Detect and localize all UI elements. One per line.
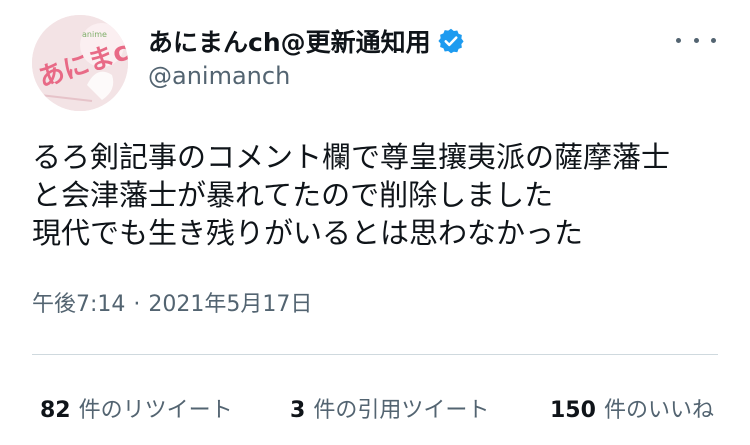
avatar[interactable]: あにまc anime [32, 15, 128, 111]
tweet-line: 現代でも生き残りがいるとは思わなかった [32, 216, 584, 250]
author-name-row[interactable]: あにまんch@更新通知用 [148, 22, 465, 60]
timestamp-separator: · [133, 292, 141, 317]
account-handle[interactable]: @animanch [148, 62, 290, 90]
more-dot [711, 37, 716, 43]
more-dot [676, 37, 681, 43]
engagement-stats: 82 件のリツイート 3 件の引用ツイート 150 件のいいね [40, 392, 730, 424]
retweets-count: 82 [40, 398, 71, 423]
display-name[interactable]: あにまんch@更新通知用 [148, 23, 431, 59]
quotes-count: 3 [290, 398, 306, 423]
likes-count: 150 [550, 398, 596, 423]
quotes-stat[interactable]: 3 件の引用ツイート [290, 392, 489, 424]
likes-stat[interactable]: 150 件のいいね [550, 392, 714, 424]
quotes-label: 件の引用ツイート [313, 398, 490, 423]
more-dot [693, 37, 699, 43]
avatar-image: あにまc anime [32, 15, 128, 111]
retweets-stat[interactable]: 82 件のリツイート [40, 392, 233, 424]
tweet-line: るろ剣記事のコメント欄で尊皇攘夷派の薩摩藩士 [32, 140, 671, 174]
tweet-text: るろ剣記事のコメント欄で尊皇攘夷派の薩摩藩士 と会津藩士が暴れてたので削除しまし… [32, 138, 722, 252]
more-options-icon[interactable] [676, 28, 716, 52]
tweet-time[interactable]: 午後7:14 [32, 292, 125, 317]
likes-label: 件のいいね [603, 398, 714, 423]
retweets-label: 件のリツイート [78, 398, 233, 423]
tweet-line: と会津藩士が暴れてたので削除しました [32, 178, 554, 212]
tweet-timestamp[interactable]: 午後7:14 · 2021年5月17日 [32, 286, 312, 318]
svg-text:anime: anime [82, 30, 107, 39]
divider [32, 354, 718, 355]
verified-badge-icon [437, 27, 465, 55]
tweet-date[interactable]: 2021年5月17日 [148, 292, 312, 317]
